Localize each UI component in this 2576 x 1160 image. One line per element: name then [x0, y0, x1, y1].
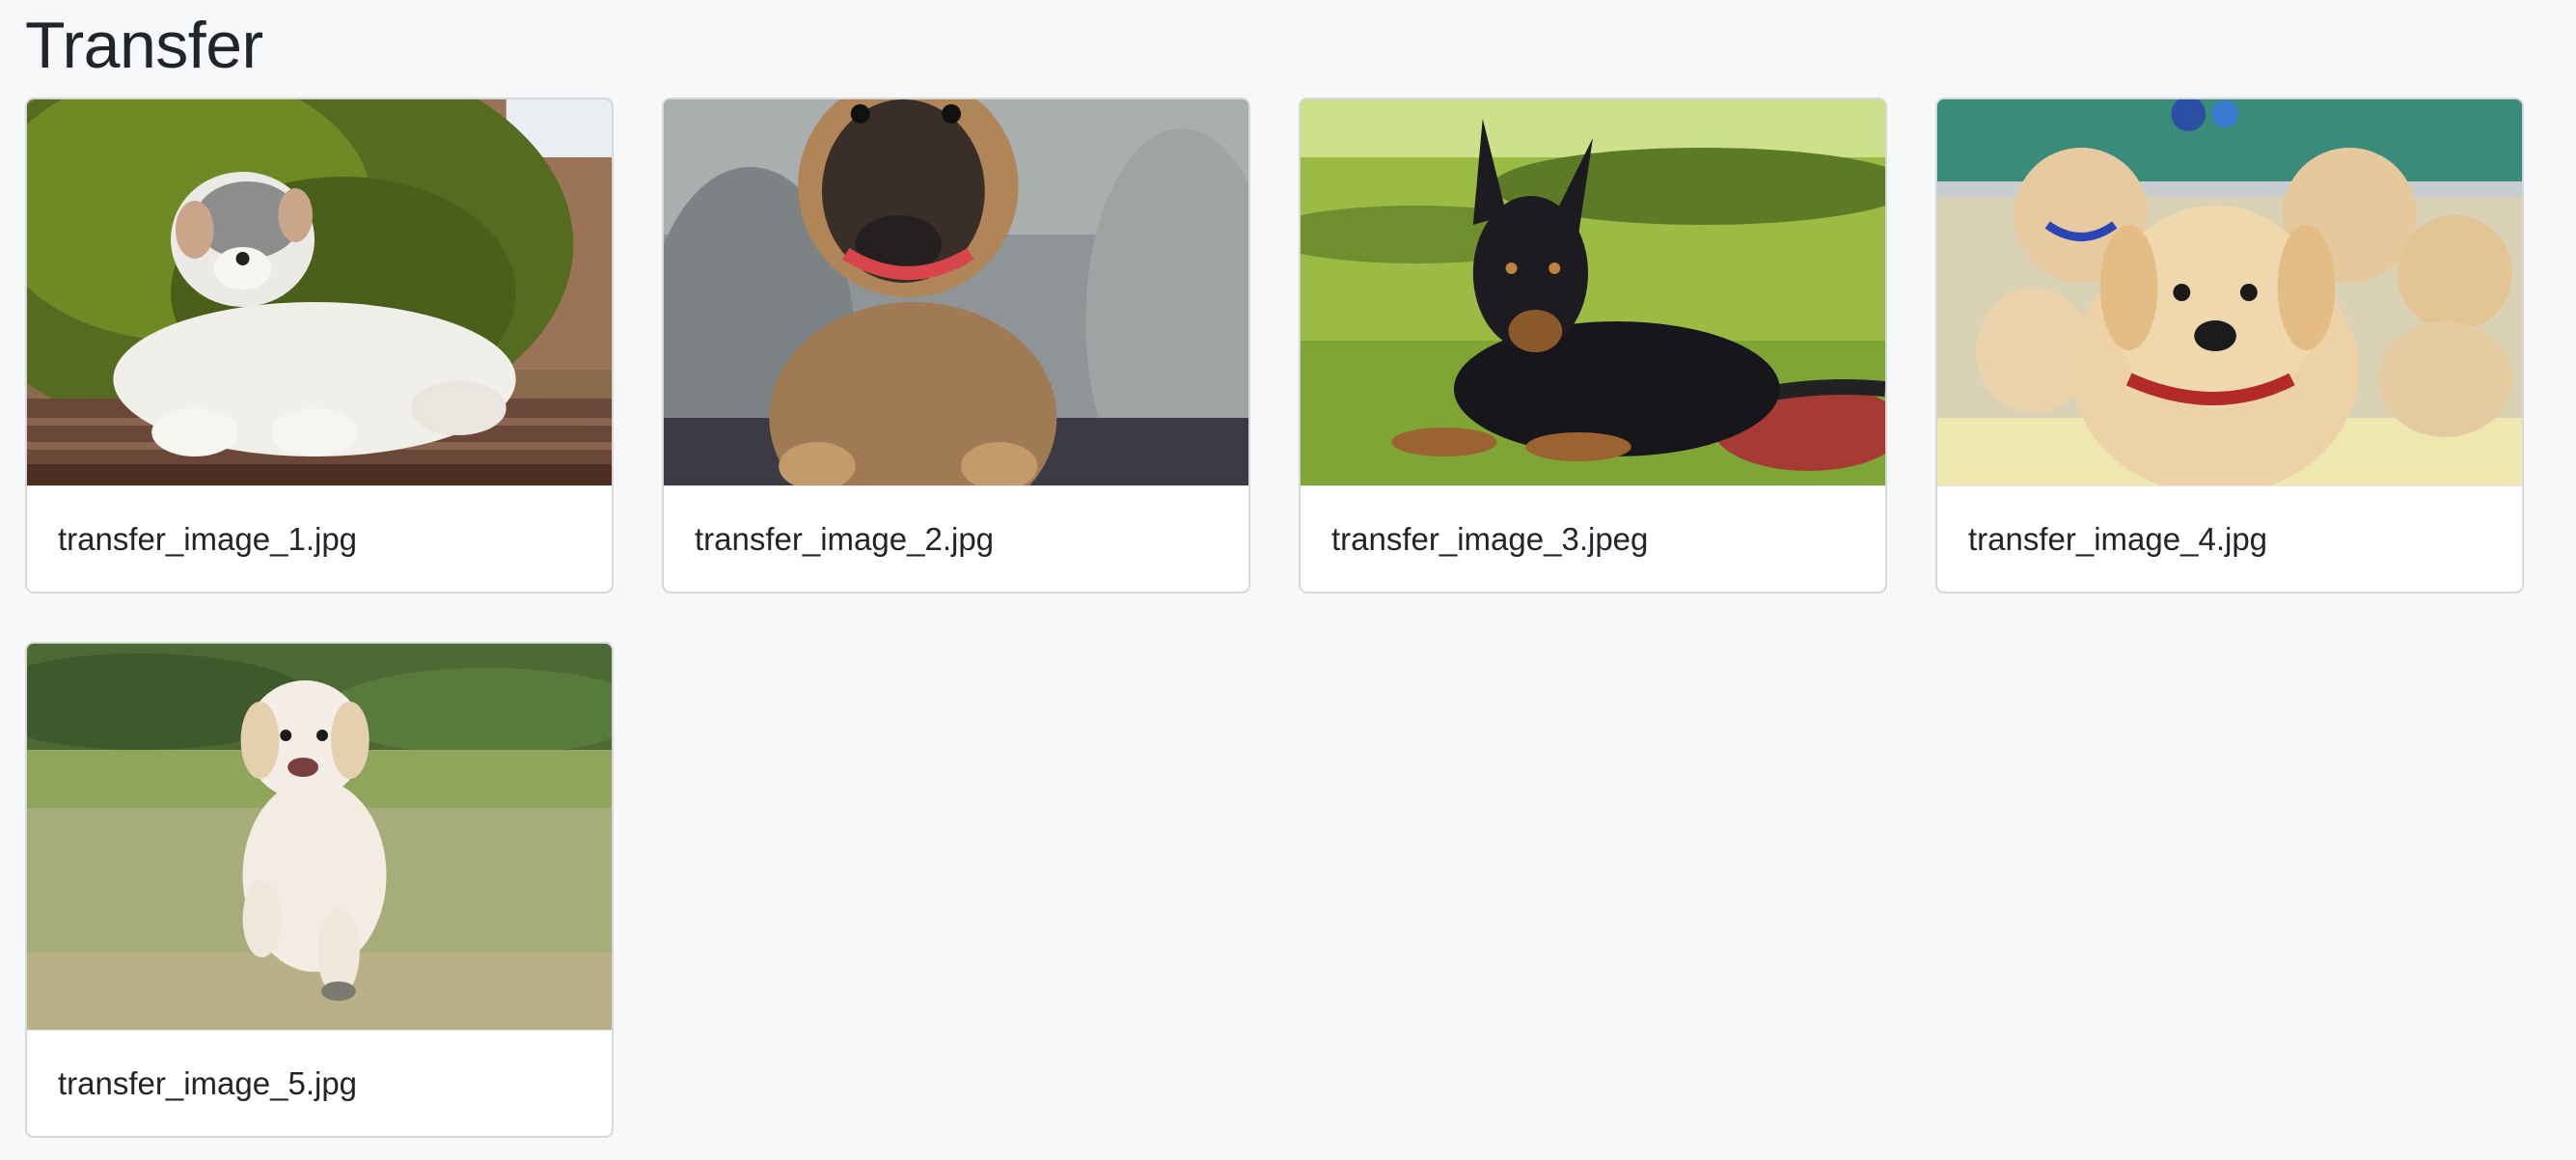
card-footer: transfer_image_1.jpg [27, 485, 612, 592]
page-title: Transfer [25, 9, 263, 82]
image-thumbnail[interactable] [27, 644, 612, 1030]
card-footer: transfer_image_5.jpg [27, 1030, 612, 1136]
image-card[interactable]: transfer_image_5.jpg [25, 642, 614, 1138]
card-footer: transfer_image_4.jpg [1937, 485, 2522, 592]
image-thumbnail[interactable] [1301, 99, 1885, 485]
image-filename: transfer_image_4.jpg [1968, 520, 2268, 557]
image-card[interactable]: transfer_image_1.jpg [25, 97, 614, 594]
image-card[interactable]: transfer_image_2.jpg [662, 97, 1250, 594]
card-footer: transfer_image_3.jpeg [1301, 485, 1885, 592]
image-thumbnail[interactable] [27, 99, 612, 485]
image-filename: transfer_image_5.jpg [58, 1064, 358, 1101]
image-gallery: transfer_image_1.jpg transfer_image_2.jp… [25, 97, 2551, 1138]
image-filename: transfer_image_1.jpg [58, 520, 358, 557]
image-card[interactable]: transfer_image_4.jpg [1935, 97, 2524, 594]
image-filename: transfer_image_2.jpg [695, 520, 995, 557]
transfer-page: Transfer transfer_image_1.jpg transfer_i… [0, 0, 2576, 1160]
image-filename: transfer_image_3.jpeg [1331, 520, 1649, 557]
image-card[interactable]: transfer_image_3.jpeg [1299, 97, 1887, 594]
image-thumbnail[interactable] [664, 99, 1248, 485]
card-footer: transfer_image_2.jpg [664, 485, 1248, 592]
image-thumbnail[interactable] [1937, 99, 2522, 485]
